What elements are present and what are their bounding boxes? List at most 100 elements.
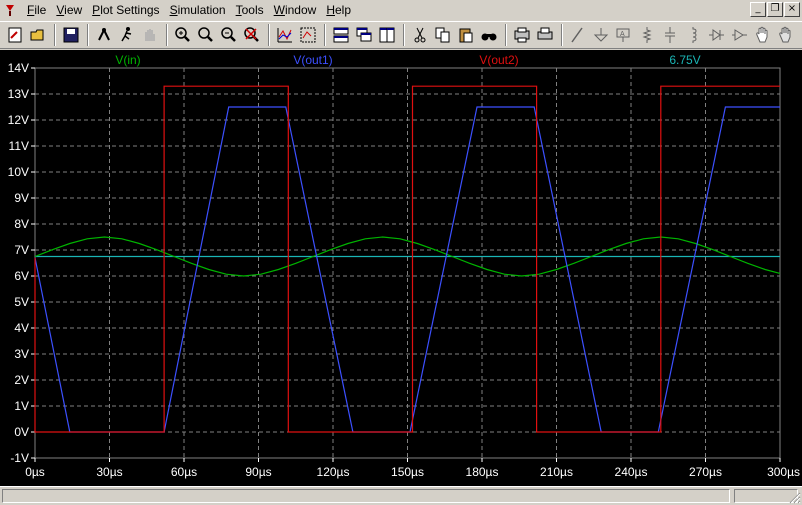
- y-tick-label: 14V: [8, 61, 29, 75]
- toolbar-separator: [505, 24, 507, 46]
- resistor-button[interactable]: [636, 24, 658, 46]
- resize-grip-icon[interactable]: [789, 492, 801, 504]
- diode-icon: [709, 29, 724, 41]
- y-tick-label: 10V: [8, 165, 29, 179]
- x-tick-label: 150µs: [391, 465, 424, 479]
- y-tick-label: 12V: [8, 113, 29, 127]
- halt-icon: [145, 29, 155, 41]
- legend-label-vin: V(in): [115, 53, 140, 67]
- menu-view[interactable]: View: [51, 1, 87, 19]
- control-panel-icon: [98, 27, 110, 41]
- copy-button[interactable]: [432, 24, 454, 46]
- tile-horizontal-button[interactable]: [330, 24, 352, 46]
- menu-plot-settings[interactable]: Plot Settings: [87, 1, 164, 19]
- new-schematic-icon: [8, 27, 22, 43]
- find-button[interactable]: [478, 24, 500, 46]
- y-tick-label: 5V: [14, 295, 29, 309]
- y-tick-label: 2V: [14, 373, 29, 387]
- mdi-close-button[interactable]: ×: [784, 2, 800, 17]
- wire-icon: [571, 27, 583, 43]
- print-setup-button[interactable]: [511, 24, 533, 46]
- run-button[interactable]: [116, 24, 138, 46]
- print-setup-icon: [514, 27, 530, 43]
- autorange-icon: [277, 28, 292, 43]
- legend-label-cursor: 6.75V: [669, 53, 700, 67]
- y-tick-label: 9V: [14, 191, 29, 205]
- paste-button[interactable]: [455, 24, 477, 46]
- inductor-button[interactable]: [682, 24, 704, 46]
- y-tick-label: 13V: [8, 87, 29, 101]
- save-button[interactable]: [60, 24, 82, 46]
- x-tick-label: 0µs: [25, 465, 45, 479]
- mdi-restore-button[interactable]: ❐: [767, 2, 783, 17]
- print-icon: [537, 27, 553, 40]
- waveform-plot-pane[interactable]: -1V 0V 1V 2V 3V 4V 5V 6V 7V 8V 9V 10V 11V 12V 13V 14V 0µ…: [0, 50, 802, 486]
- y-tick-label: 8V: [14, 217, 29, 231]
- inductor-icon: [692, 27, 697, 43]
- control-panel-button[interactable]: [93, 24, 115, 46]
- zoom-pan-icon: [198, 27, 213, 42]
- wire-button[interactable]: [567, 24, 589, 46]
- tile-horizontal-icon: [333, 27, 349, 43]
- run-icon: [121, 27, 132, 42]
- diode-button[interactable]: [705, 24, 727, 46]
- mdi-minimize-button[interactable]: _: [750, 2, 766, 17]
- plot-background: [0, 50, 802, 486]
- legend-label-vout1: V(out1): [293, 53, 332, 67]
- x-tick-label: 90µs: [245, 465, 271, 479]
- app-icon[interactable]: [2, 2, 18, 18]
- label-net-button[interactable]: A: [613, 24, 635, 46]
- menu-bar: File View Plot Settings Simulation Tools Wind…: [0, 0, 802, 20]
- zoom-out-button[interactable]: [218, 24, 240, 46]
- y-tick-label: 7V: [14, 243, 29, 257]
- print-button[interactable]: [534, 24, 556, 46]
- x-tick-label: 30µs: [96, 465, 122, 479]
- zoom-out-icon: [221, 27, 236, 42]
- cascade-button[interactable]: [353, 24, 375, 46]
- ground-button[interactable]: [590, 24, 612, 46]
- tile-vertical-icon: [379, 27, 395, 43]
- menu-tools[interactable]: Tools: [231, 1, 269, 19]
- zoom-cancel-icon: [244, 27, 259, 42]
- move-button[interactable]: [751, 24, 773, 46]
- toolbar-separator: [561, 24, 563, 46]
- component-button[interactable]: [728, 24, 750, 46]
- capacitor-button[interactable]: [659, 24, 681, 46]
- y-tick-label: 4V: [14, 321, 29, 335]
- tile-vertical-button[interactable]: [376, 24, 398, 46]
- label-net-icon: A: [616, 28, 630, 42]
- ground-icon: [593, 28, 609, 42]
- y-tick-label: -1V: [10, 451, 29, 465]
- x-tick-label: 300µs: [767, 465, 800, 479]
- x-tick-label: 60µs: [171, 465, 197, 479]
- autorange-button[interactable]: [274, 24, 296, 46]
- menu-help[interactable]: Help: [321, 1, 356, 19]
- status-message: [2, 489, 730, 503]
- zoom-fit-button[interactable]: [297, 24, 319, 46]
- copy-icon: [435, 27, 450, 43]
- menu-simulation[interactable]: Simulation: [165, 1, 231, 19]
- cut-icon: [414, 27, 426, 43]
- drag-icon: [779, 26, 791, 43]
- resistor-icon: [642, 27, 652, 43]
- zoom-in-button[interactable]: [172, 24, 194, 46]
- x-tick-label: 210µs: [540, 465, 573, 479]
- menu-window[interactable]: Window: [269, 1, 322, 19]
- capacitor-icon: [665, 27, 675, 43]
- zoom-pan-button[interactable]: [195, 24, 217, 46]
- drag-button[interactable]: [774, 24, 796, 46]
- component-icon: [732, 29, 747, 41]
- y-tick-label: 3V: [14, 347, 29, 361]
- menu-file[interactable]: File: [22, 1, 51, 19]
- toolbar-separator: [324, 24, 326, 46]
- zoom-fit-icon: [300, 27, 316, 43]
- halt-button[interactable]: [139, 24, 161, 46]
- paste-icon: [459, 28, 473, 43]
- zoom-cancel-button[interactable]: [241, 24, 263, 46]
- cut-button[interactable]: [409, 24, 431, 46]
- waveform-plot[interactable]: -1V 0V 1V 2V 3V 4V 5V 6V 7V 8V 9V 10V 11V 12V 13V 14V 0µ…: [0, 50, 802, 486]
- new-schematic-button[interactable]: [4, 24, 26, 46]
- cascade-icon: [356, 27, 372, 42]
- open-button[interactable]: [27, 24, 49, 46]
- move-icon: [756, 26, 768, 43]
